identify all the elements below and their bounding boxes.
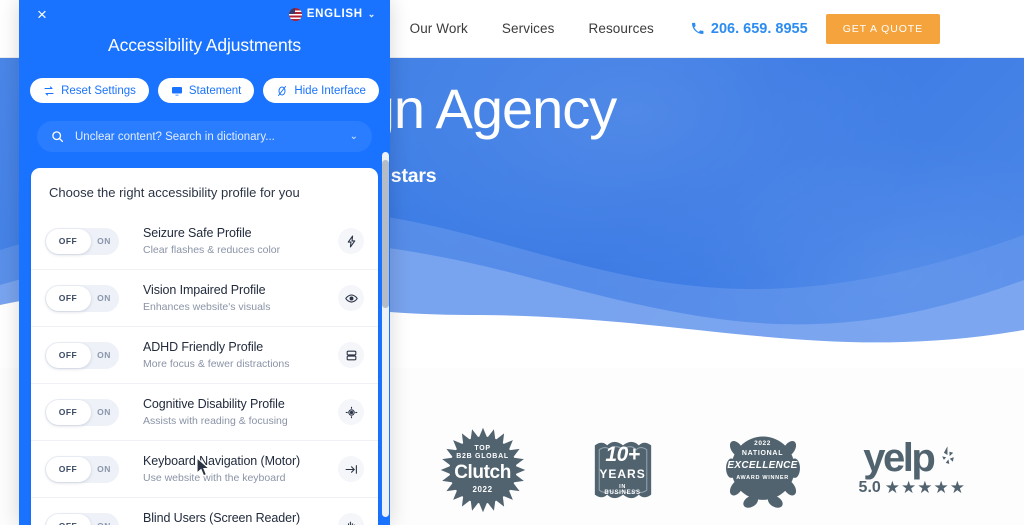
profiles-scroll-area: Choose the right accessibility profile f… — [19, 168, 390, 525]
toggle-off-label: OFF — [58, 407, 78, 417]
reset-settings-button[interactable]: Reset Settings — [30, 78, 149, 103]
toggle-adhd-friendly[interactable]: OFF ON — [45, 341, 119, 369]
toggle-off-label: OFF — [58, 293, 78, 303]
search-input[interactable] — [75, 130, 339, 143]
toggle-off-label: OFF — [58, 464, 78, 474]
badge-clutch: TOP B2B GLOBAL Clutch 2022 — [439, 426, 527, 514]
toggle-on-label: ON — [97, 407, 111, 417]
clutch-name: Clutch — [454, 462, 511, 484]
profile-title: Seizure Safe Profile — [143, 226, 252, 240]
toggle-on-label: ON — [97, 293, 111, 303]
profile-title: Cognitive Disability Profile — [143, 397, 285, 411]
toggle-on-label: ON — [97, 350, 111, 360]
eye-icon — [338, 285, 364, 311]
profiles-card: Choose the right accessibility profile f… — [31, 168, 378, 525]
toggle-off-label: OFF — [45, 521, 91, 525]
toggle-off-label: OFF — [58, 236, 78, 246]
excellence-national: NATIONAL — [741, 449, 784, 457]
dictionary-search-bar[interactable]: ⌄ — [37, 121, 372, 152]
hide-interface-icon — [278, 85, 287, 96]
target-icon — [338, 399, 364, 425]
search-chevron-down-icon[interactable]: ⌄ — [350, 131, 358, 142]
language-label: ENGLISH — [306, 8, 363, 20]
clutch-line1: TOP — [474, 444, 491, 452]
toggle-vision-impaired[interactable]: OFF ON — [45, 284, 119, 312]
tab-arrow-icon — [338, 456, 364, 482]
profile-description: Use website with the keyboard — [143, 472, 286, 484]
yelp-stars: ★★★★★ — [884, 478, 966, 497]
panel-top-bar: × ENGLISH ⌄ — [33, 0, 376, 26]
layers-icon — [338, 342, 364, 368]
hide-interface-button[interactable]: Hide Interface — [263, 78, 379, 103]
yelp-wordmark: yelp — [863, 436, 936, 480]
phone-number-text: 206. 659. 8955 — [710, 20, 808, 37]
profile-row-cognitive-disability[interactable]: OFF ON Cognitive Disability Profile Assi… — [31, 383, 378, 440]
phone-icon — [691, 22, 704, 34]
profile-row-keyboard-navigation[interactable]: OFF ON Keyboard Navigation (Motor) Use w… — [31, 440, 378, 497]
language-selector[interactable]: ENGLISH ⌄ — [288, 7, 376, 21]
badge-years-in-business: 10+ YEARS IN BUSINESS — [579, 426, 667, 514]
years-business: BUSINESS — [604, 490, 641, 497]
nav-item-our-work[interactable]: Our Work — [393, 21, 485, 36]
yelp-burst-icon — [942, 446, 955, 464]
clutch-line2: B2B GLOBAL — [456, 452, 509, 460]
toggle-keyboard-navigation[interactable]: OFF ON — [45, 455, 119, 483]
statement-button[interactable]: Statement — [157, 78, 255, 103]
profile-description: Enhances website's visuals — [143, 301, 271, 313]
audio-waveform-icon — [338, 513, 364, 525]
profile-row-seizure-safe[interactable]: OFF ON Seizure Safe Profile Clear flashe… — [31, 213, 378, 269]
statement-icon — [171, 86, 182, 95]
excellence-word: EXCELLENCE — [727, 460, 798, 472]
toggle-cognitive-disability[interactable]: OFF ON — [45, 398, 119, 426]
close-icon[interactable]: × — [33, 6, 51, 23]
hide-interface-label: Hide Interface — [294, 84, 366, 97]
nav-item-resources[interactable]: Resources — [571, 21, 670, 36]
toggle-blind-users[interactable]: OFF ON — [45, 512, 119, 525]
profile-title: Keyboard Navigation (Motor) — [143, 454, 301, 468]
statement-label: Statement — [188, 84, 242, 97]
profile-description: Assists with reading & focusing — [143, 415, 288, 427]
profile-title: Vision Impaired Profile — [143, 283, 266, 297]
badge-national-excellence: 2022 NATIONAL EXCELLENCE AWARD WINNER — [719, 426, 807, 514]
nav-item-services[interactable]: Services — [485, 21, 572, 36]
search-icon — [52, 131, 64, 143]
panel-title: Accessibility Adjustments — [108, 35, 301, 55]
profile-title: ADHD Friendly Profile — [143, 340, 264, 354]
years-word: YEARS — [599, 467, 646, 482]
profile-title: Blind Users (Screen Reader) — [143, 511, 301, 525]
badge-yelp: yelp 5.0 ★★★★★ — [858, 436, 966, 498]
main-navigation: About Our Work Services Resources 206. 6… — [323, 13, 940, 44]
excellence-year: 2022 — [754, 439, 771, 447]
reset-settings-label: Reset Settings — [61, 84, 136, 97]
toggle-on-label: ON — [97, 236, 111, 246]
screen: Web Design Agency views with an average … — [0, 0, 1024, 525]
clutch-year: 2022 — [472, 484, 493, 494]
accessibility-adjustments-panel: × ENGLISH ⌄ Accessibility Adjustments Re… — [19, 0, 390, 525]
bolt-icon — [338, 228, 364, 254]
profile-row-vision-impaired[interactable]: OFF ON Vision Impaired Profile Enhances … — [31, 269, 378, 326]
panel-scrollbar-thumb[interactable] — [382, 160, 389, 308]
toggle-off-label: OFF — [58, 350, 78, 360]
profile-row-blind-users[interactable]: OFF ON Blind Users (Screen Reader) Optim… — [31, 497, 378, 525]
toggle-seizure-safe[interactable]: OFF ON — [45, 227, 119, 255]
toggle-on-label: ON — [89, 521, 119, 525]
profile-row-adhd-friendly[interactable]: OFF ON ADHD Friendly Profile More focus … — [31, 326, 378, 383]
years-number: 10+ — [605, 442, 640, 466]
chevron-down-icon: ⌄ — [367, 8, 376, 19]
profile-description: Clear flashes & reduces color — [143, 244, 281, 256]
profiles-heading: Choose the right accessibility profile f… — [49, 185, 300, 200]
profile-description: More focus & fewer distractions — [143, 358, 290, 370]
panel-action-buttons: Reset Settings Statement Hide Interface — [30, 78, 379, 103]
phone-number-link[interactable]: 206. 659. 8955 — [671, 21, 826, 37]
yelp-rating-value: 5.0 — [858, 479, 881, 496]
flag-us-icon — [288, 7, 302, 21]
toggle-on-label: ON — [97, 464, 111, 474]
reset-icon — [44, 85, 54, 96]
header-get-a-quote-button[interactable]: GET A QUOTE — [825, 13, 940, 44]
excellence-award-winner: AWARD WINNER — [736, 474, 789, 481]
